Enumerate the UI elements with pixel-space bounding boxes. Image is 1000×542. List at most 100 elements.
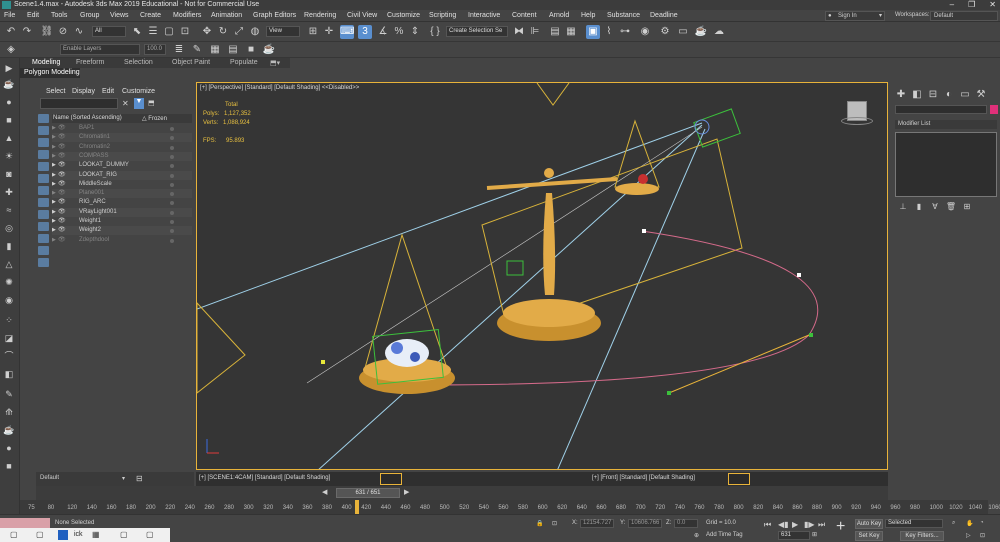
grid-icon[interactable]: ▦	[208, 43, 222, 57]
front-view-label[interactable]: [+] [Front] [Standard] [Default Shading]	[592, 475, 695, 481]
percent-snap-icon[interactable]: %	[392, 25, 406, 39]
clear-search-icon[interactable]: ✕	[122, 99, 129, 108]
menu-help[interactable]: Help	[581, 12, 595, 19]
y-field[interactable]: 10606.766	[628, 519, 662, 528]
rect-selection-icon[interactable]: ▢	[162, 25, 176, 39]
display-all-icon[interactable]	[38, 114, 49, 123]
expand-icon[interactable]: ▶	[52, 152, 56, 161]
list-item[interactable]: ▶ 👁 BAP1	[52, 124, 192, 133]
list-item[interactable]: ▶ 👁 Plane001	[52, 189, 192, 199]
list-item[interactable]: ▶ 👁 COMPASS	[52, 151, 192, 161]
helper-icon[interactable]: ✚	[3, 186, 15, 198]
selection-filter-dropdown[interactable]: All	[92, 26, 126, 37]
visibility-icon[interactable]: 👁	[58, 124, 66, 133]
display-bones-icon[interactable]	[38, 222, 49, 231]
expand-icon[interactable]: ▶	[52, 133, 56, 142]
prev-frame-icon[interactable]: ◀	[322, 488, 327, 496]
workspaces-dropdown[interactable]: Default	[930, 11, 998, 21]
frozen-toggle-icon[interactable]	[170, 238, 174, 243]
visibility-icon[interactable]: 👁	[58, 171, 66, 180]
menu-views[interactable]: Views	[110, 12, 129, 19]
expand-icon[interactable]: ▶	[52, 198, 56, 207]
track-bar[interactable]: 75 80 120 140 160 180 200 220 240 260 280 300 320 340…	[20, 500, 1000, 514]
key-mode-dropdown[interactable]: Selected	[885, 519, 943, 528]
frozen-toggle-icon[interactable]	[170, 229, 174, 234]
z-field[interactable]: 0.0	[674, 519, 698, 528]
mirror-icon[interactable]: ⧓	[512, 25, 526, 39]
list-item[interactable]: ▶ 👁 VRayLight001	[52, 207, 192, 217]
menu-customize[interactable]: Customize	[387, 12, 420, 19]
visibility-icon[interactable]: 👁	[58, 226, 66, 235]
time-slider-handle[interactable]: 631 / 651	[336, 488, 400, 498]
compound-icon[interactable]: ◧	[3, 368, 15, 380]
show-end-result-icon[interactable]: ▮	[912, 200, 926, 214]
sphere-small-icon[interactable]: ●	[3, 442, 15, 454]
visibility-icon[interactable]: 👁	[58, 143, 66, 152]
display-tab-icon[interactable]: ▭	[958, 88, 972, 102]
maximize-viewport-icon[interactable]: ⊡	[980, 532, 985, 539]
visibility-icon[interactable]: 👁	[58, 208, 66, 217]
display-groups-icon[interactable]	[38, 198, 49, 207]
list-item[interactable]: ▶ 👁 Chromatin1	[52, 133, 192, 143]
expand-icon[interactable]: ▶	[52, 124, 56, 133]
object-color-swatch[interactable]	[990, 105, 998, 114]
loft-icon[interactable]: ⟰	[3, 406, 15, 418]
list-item[interactable]: ▶ 👁 MiddleScale	[52, 180, 192, 189]
fov-icon[interactable]: ▷	[966, 532, 971, 539]
display-xrefs-icon[interactable]	[38, 210, 49, 219]
frozen-toggle-icon[interactable]	[170, 136, 174, 141]
pan-icon[interactable]: ✋	[966, 520, 973, 527]
display-hidden-icon[interactable]	[38, 258, 49, 267]
expand-icon[interactable]: ▶	[52, 161, 56, 170]
spacewarp-icon[interactable]: ≈	[3, 204, 15, 216]
create-tab-icon[interactable]: ✚	[894, 88, 908, 102]
bind-space-warp-icon[interactable]: ∿	[72, 25, 86, 39]
expand-icon[interactable]: ▶	[52, 208, 56, 217]
menu-file[interactable]: File	[4, 12, 15, 19]
menu-group[interactable]: Group	[80, 12, 99, 19]
expand-icon[interactable]: ▶	[52, 143, 56, 152]
hierarchy-tab-icon[interactable]: ⊟	[926, 88, 940, 102]
sign-in-dropdown[interactable]: ● Sign In ▾	[825, 11, 885, 21]
next-key-icon[interactable]: ▮▶	[804, 520, 815, 529]
nurbs-icon[interactable]: ⌒	[3, 350, 15, 362]
frozen-toggle-icon[interactable]	[170, 154, 174, 159]
angle-snap-icon[interactable]: ∡	[376, 25, 390, 39]
expand-icon[interactable]: ▶	[52, 189, 56, 198]
next-frame-icon[interactable]: ▶	[404, 488, 409, 496]
visibility-icon[interactable]: 👁	[58, 189, 66, 198]
menu-arnold[interactable]: Arnold	[549, 12, 569, 19]
make-unique-icon[interactable]: ∀	[928, 200, 942, 214]
visibility-icon[interactable]: 👁	[58, 217, 66, 226]
expand-icon[interactable]: ▶	[52, 217, 56, 226]
explorer-menu-customize[interactable]: Customize	[122, 88, 155, 95]
display-cameras-icon[interactable]	[38, 162, 49, 171]
remove-modifier-icon[interactable]: 🗑	[944, 200, 958, 214]
frozen-toggle-icon[interactable]	[170, 192, 174, 197]
modifier-list-dropdown[interactable]: Modifier List	[895, 120, 997, 129]
spinner-snap-icon[interactable]: ⇕	[408, 25, 422, 39]
scale-icon[interactable]: ⤢	[232, 25, 246, 39]
explorer-menu-edit[interactable]: Edit	[102, 88, 114, 95]
cylinder-icon[interactable]: ▮	[3, 240, 15, 252]
set-key-plus-icon[interactable]: +	[836, 518, 845, 536]
named-selection-dropdown[interactable]: Create Selection Se	[446, 26, 508, 37]
visibility-icon[interactable]: 👁	[58, 161, 66, 170]
go-to-start-icon[interactable]: ⏮	[764, 520, 771, 530]
lock-icon[interactable]: 🔒	[536, 520, 543, 527]
sun-icon[interactable]: ✺	[3, 276, 15, 288]
tab-populate[interactable]: Populate	[230, 59, 258, 66]
menu-modifiers[interactable]: Modifiers	[173, 12, 201, 19]
patch-icon[interactable]: ◪	[3, 332, 15, 344]
select-manipulate-icon[interactable]: ✛	[322, 25, 336, 39]
cube-icon[interactable]: ■	[244, 43, 258, 57]
toggle-layer-explorer-icon[interactable]: ▦	[564, 25, 578, 39]
add-time-tag[interactable]: Add Time Tag	[706, 532, 743, 538]
expand-icon[interactable]: ▶	[52, 226, 56, 235]
visibility-icon[interactable]: 👁	[58, 180, 66, 189]
paint-icon[interactable]: ✎	[3, 388, 15, 400]
list-item[interactable]: ▶ 👁 Weight1	[52, 217, 192, 226]
container-icon[interactable]: ▤	[226, 43, 240, 57]
frozen-toggle-icon[interactable]	[170, 182, 174, 187]
menu-rendering[interactable]: Rendering	[304, 12, 336, 19]
